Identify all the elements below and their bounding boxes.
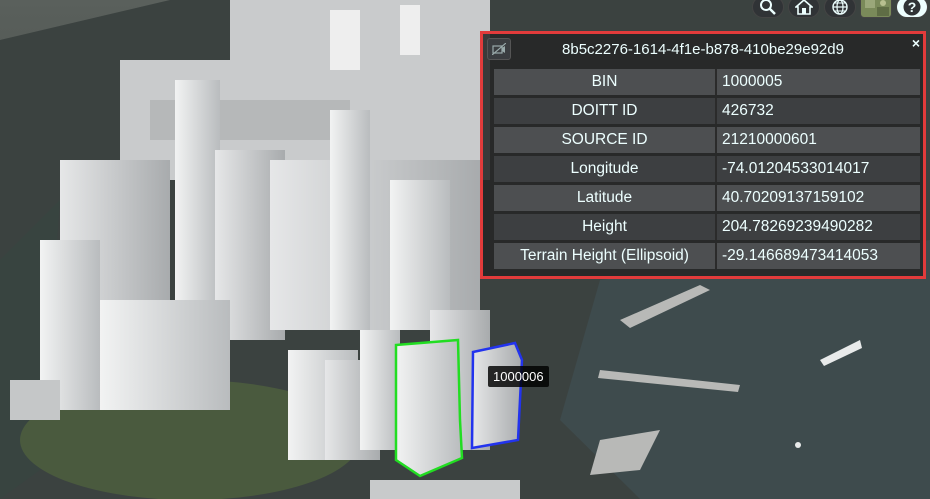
selected-building[interactable]: [394, 338, 464, 478]
property-value: -74.01204533014017: [717, 156, 920, 182]
infobox-close-button[interactable]: ×: [909, 36, 923, 50]
svg-text:?: ?: [908, 0, 917, 15]
table-row: SOURCE ID 21210000601: [494, 127, 920, 153]
table-row: BIN 1000005: [494, 69, 920, 95]
table-row: Latitude 40.70209137159102: [494, 185, 920, 211]
property-value: 426732: [717, 98, 920, 124]
search-icon: [760, 0, 776, 15]
infobox-title-bar: 8b5c2276-1614-4f1e-b878-410be29e92d9 ×: [483, 34, 923, 64]
property-name: Terrain Height (Ellipsoid): [494, 243, 717, 269]
property-name: Latitude: [494, 185, 717, 211]
property-name: DOITT ID: [494, 98, 717, 124]
home-button[interactable]: [788, 0, 820, 18]
globe-icon: [832, 0, 848, 15]
property-value: 21210000601: [717, 127, 920, 153]
imagery-picker-icon: [861, 0, 891, 17]
table-row: DOITT ID 426732: [494, 98, 920, 124]
toolbar: ?: [752, 0, 930, 20]
infobox-panel: 8b5c2276-1614-4f1e-b878-410be29e92d9 × B…: [480, 31, 926, 279]
property-name: Longitude: [494, 156, 717, 182]
table-row: Terrain Height (Ellipsoid) -29.1466894734…: [494, 243, 920, 269]
hovered-building[interactable]: [470, 341, 524, 450]
property-name: BIN: [494, 69, 717, 95]
scene-mode-button[interactable]: [824, 0, 856, 18]
camera-icon: [492, 43, 506, 55]
property-value: 1000005: [717, 69, 920, 95]
infobox-properties-table: BIN 1000005 DOITT ID 426732 SOURCE ID 21210…: [494, 66, 920, 272]
infobox-title: 8b5c2276-1614-4f1e-b878-410be29e92d9: [562, 40, 844, 58]
property-name: Height: [494, 214, 717, 240]
property-value: -29.146689473414053: [717, 243, 920, 269]
base-layer-picker-button[interactable]: [860, 0, 892, 18]
table-row: Height 204.78269239490282: [494, 214, 920, 240]
property-value: 40.70209137159102: [717, 185, 920, 211]
table-row: Longitude -74.01204533014017: [494, 156, 920, 182]
help-button[interactable]: ?: [896, 0, 928, 18]
hover-building-label: 1000006: [488, 366, 549, 387]
help-icon: ?: [903, 0, 921, 16]
camera-focus-button[interactable]: [487, 38, 511, 60]
property-value: 204.78269239490282: [717, 214, 920, 240]
search-button[interactable]: [752, 0, 784, 18]
property-name: SOURCE ID: [494, 127, 717, 153]
home-icon: [795, 0, 813, 15]
